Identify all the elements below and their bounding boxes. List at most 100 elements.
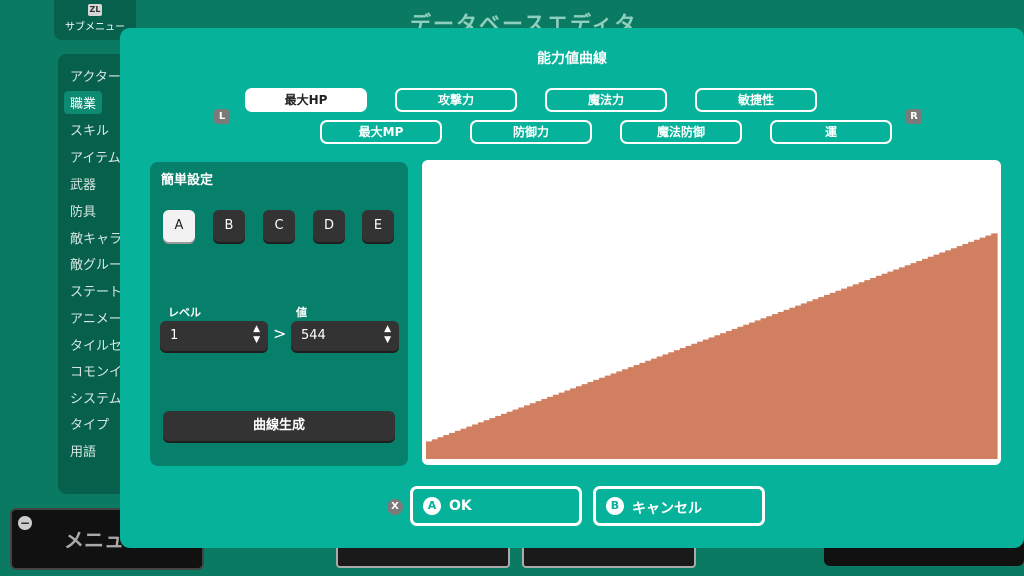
list-item[interactable]: 用語 [70,441,96,460]
curve-bar [847,286,854,459]
stepper-arrows-icon[interactable]: ▲ ▼ [253,324,260,346]
level-stepper[interactable]: 1 ▲ ▼ [160,321,268,351]
curve-bar [875,275,883,459]
curve-bar [835,290,842,459]
curve-bar [910,263,917,459]
curve-graph[interactable] [422,160,1001,465]
curve-bar [645,360,652,459]
level-label: レベル [168,306,201,319]
curve-bar [812,299,819,459]
curve-bar [720,333,727,459]
curve-bar [783,309,790,459]
curve-bar [956,246,963,459]
curve-bar [697,341,704,459]
curve-bar [800,303,808,459]
curve-bar [714,335,721,459]
curve-bar [864,280,871,459]
list-item[interactable]: アイテム [70,147,121,166]
curve-bar [870,277,877,459]
r-key-icon: R [906,109,922,124]
curve-bar [818,297,825,459]
list-item[interactable]: 職業 [64,91,103,114]
curve-bar [616,371,623,459]
list-item[interactable]: 武器 [70,174,96,193]
curve-bar [443,435,450,459]
curve-bar [587,381,594,459]
curve-bar [610,373,617,459]
tab-max-hp[interactable]: 最大HP [245,88,367,112]
list-item[interactable]: 敵キャラ [70,228,122,247]
list-item[interactable]: タイプ [70,414,109,433]
list-item[interactable]: スキル [70,120,109,139]
preset-a-button[interactable]: A [163,210,195,242]
tab-max-mp[interactable]: 最大MP [320,120,442,144]
l-key-icon: L [214,109,230,124]
curve-bar [674,350,681,459]
tab-attack[interactable]: 攻撃力 [395,88,517,112]
curve-bar [431,439,439,459]
tab-agility[interactable]: 敏捷性 [695,88,817,112]
curve-bar [547,396,554,459]
curve-bar [887,271,894,459]
curve-bar [426,441,433,459]
curve-bar [495,415,502,459]
list-item[interactable]: アクター [70,66,121,85]
curve-bar [558,392,566,459]
ok-button[interactable]: A OK [410,486,582,526]
curve-bar [679,348,687,459]
curve-bar [823,294,831,459]
preset-c-button[interactable]: C [263,210,295,242]
curve-bar [535,401,542,459]
list-item[interactable]: ステート [70,281,122,300]
stepper-arrows-icon[interactable]: ▲ ▼ [384,324,391,346]
curve-bar [668,352,675,459]
curve-bar [795,305,802,459]
tab-magic-attack[interactable]: 魔法力 [545,88,667,112]
tab-magic-defense[interactable]: 魔法防御 [620,120,742,144]
curve-bar [552,394,560,459]
curve-bar [789,307,796,459]
curve-bar [529,403,537,459]
curve-bar [731,328,739,459]
tab-defense[interactable]: 防御力 [470,120,592,144]
curve-bar [904,265,912,459]
curve-bar [512,409,519,459]
curve-bar [962,244,969,459]
curve-bar [564,390,571,459]
curve-bar [483,420,491,459]
curve-bar [829,292,837,459]
curve-bar [472,424,479,459]
curve-chart [426,233,998,459]
curve-bar [939,252,946,459]
curve-bar [806,301,814,459]
dialog-title: 能力値曲線 [537,51,607,67]
zl-key-icon: ZL [88,4,102,16]
ok-label: OK [449,498,472,514]
curve-bar [466,426,473,459]
value-stepper[interactable]: 544 ▲ ▼ [291,321,399,351]
curve-bar [639,362,646,459]
curve-bar [858,282,865,459]
curve-bar [973,239,981,459]
curve-bar [841,288,848,459]
curve-bar [627,367,635,459]
preset-b-button[interactable]: B [213,210,245,242]
value-label: 値 [296,306,307,319]
generate-curve-button[interactable]: 曲線生成 [163,411,395,441]
curve-bar [541,398,548,459]
curve-bar [743,324,750,459]
curve-bar [852,284,860,459]
curve-bar [979,237,987,459]
curve-bar [916,260,923,459]
curve-bar [575,386,583,459]
preset-e-button[interactable]: E [362,210,394,242]
curve-bar [500,413,508,459]
preset-d-button[interactable]: D [313,210,345,242]
curve-bar [968,241,975,459]
cancel-button[interactable]: B キャンセル [593,486,765,526]
tab-luck[interactable]: 運 [770,120,892,144]
curve-bar [593,379,600,459]
list-item[interactable]: 防具 [70,201,96,220]
curve-bar [454,430,462,459]
list-item[interactable]: システム [70,388,122,407]
